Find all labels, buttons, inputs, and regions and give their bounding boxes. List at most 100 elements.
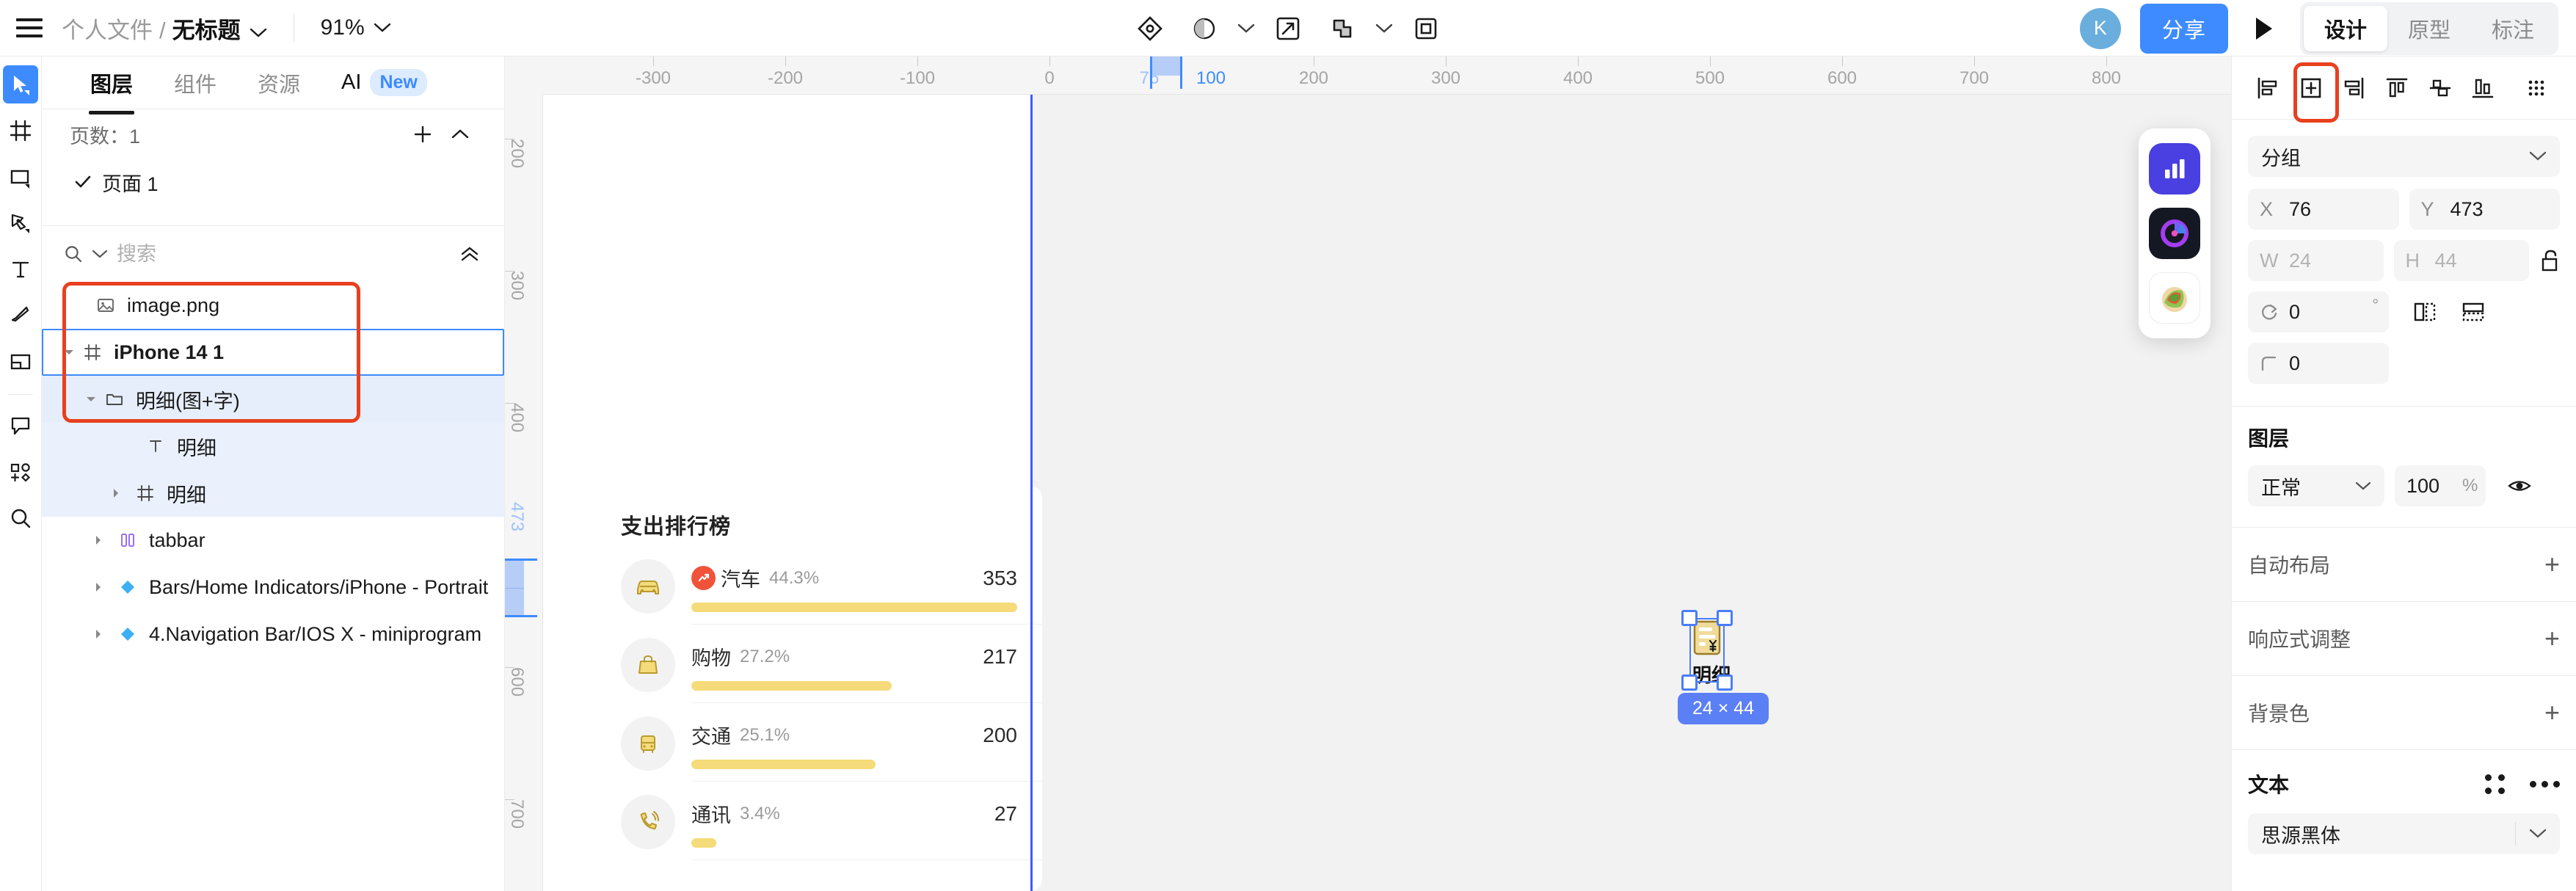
canvas[interactable]: 支出排行榜 汽车 44.3% 353 购物 27.2% 217 交通 25.1%… <box>505 57 2231 891</box>
horizontal-ruler[interactable]: -400 -300 -200 -100 0 76 100 200 300 400… <box>505 57 2231 95</box>
object-type-select[interactable]: 分组 <box>2248 136 2560 177</box>
layer-row-mingxi-frame[interactable]: 明细 <box>42 470 504 517</box>
y-input[interactable] <box>2450 197 2548 221</box>
chevron-down-icon[interactable] <box>1231 1 1261 56</box>
frame-icon[interactable] <box>1399 1 1453 56</box>
chevron-right-icon[interactable] <box>89 628 108 640</box>
more-options-icon[interactable] <box>2530 780 2560 788</box>
boolean-icon[interactable] <box>1315 1 1369 56</box>
chevron-down-icon[interactable] <box>92 250 108 259</box>
chart-row[interactable]: 交通 25.1% 200 <box>594 703 1042 781</box>
frame-tool[interactable] <box>3 112 38 150</box>
flip-vertical-icon[interactable] <box>2461 301 2486 323</box>
chevron-right-icon[interactable] <box>89 581 108 593</box>
chevron-down-icon[interactable] <box>59 348 79 357</box>
chevron-right-icon[interactable] <box>89 534 108 546</box>
distribute-icon[interactable] <box>2517 68 2556 109</box>
rotation-input[interactable] <box>2289 300 2377 324</box>
opacity-input[interactable] <box>2406 474 2452 498</box>
shape-tool[interactable] <box>3 158 38 196</box>
collapse-all-icon[interactable] <box>460 246 479 262</box>
h-input[interactable] <box>2434 249 2517 272</box>
plus-icon[interactable]: + <box>2544 625 2560 652</box>
breadcrumb-folder[interactable]: 个人文件 <box>62 12 153 45</box>
align-bottom-icon[interactable] <box>2464 68 2503 109</box>
breadcrumb-title[interactable]: 无标题 <box>172 12 241 45</box>
chevron-down-icon[interactable] <box>250 28 267 38</box>
layer-row-home-indicator[interactable]: Bars/Home Indicators/iPhone - Portrait <box>42 564 504 611</box>
pen-tool[interactable] <box>3 204 38 242</box>
tab-design[interactable]: 设计 <box>2303 5 2387 51</box>
chart-row[interactable]: 汽车 44.3% 353 <box>594 546 1042 624</box>
align-right-icon[interactable] <box>2334 68 2373 109</box>
chart-row[interactable]: 购物 27.2% 217 <box>594 625 1042 702</box>
resize-handle-nw[interactable] <box>1681 610 1698 626</box>
zoom-control[interactable]: 91% <box>321 15 391 40</box>
opacity-field[interactable]: % <box>2395 465 2486 506</box>
chart-row[interactable]: 通讯 3.4% 27 <box>594 782 1042 859</box>
select-tool[interactable] <box>3 65 38 103</box>
layer-row-tabbar[interactable]: tabbar <box>42 517 504 564</box>
corner-radius-input[interactable] <box>2289 352 2377 375</box>
play-icon[interactable] <box>2253 16 2275 41</box>
export-icon[interactable] <box>1261 1 1315 56</box>
rotation-field[interactable]: ° <box>2248 291 2389 332</box>
tab-resources[interactable]: 资源 <box>258 68 300 98</box>
plugin-chart-icon[interactable] <box>2149 143 2200 194</box>
plugin-tool[interactable] <box>3 453 38 491</box>
comment-tool[interactable] <box>3 407 38 445</box>
resize-handle-ne[interactable] <box>1717 610 1733 626</box>
x-input[interactable] <box>2289 197 2387 221</box>
page-item[interactable]: 页面 1 <box>64 159 482 205</box>
w-input[interactable] <box>2289 249 2372 272</box>
tab-layers[interactable]: 图层 <box>88 68 135 114</box>
h-field[interactable]: H <box>2393 240 2529 281</box>
text-tool[interactable] <box>3 250 38 288</box>
align-horizontal-center-icon[interactable] <box>2291 68 2331 109</box>
expense-ranking-card[interactable]: 支出排行榜 汽车 44.3% 353 购物 27.2% 217 交通 25.1%… <box>594 486 1042 891</box>
blend-mode-select[interactable]: 正常 <box>2248 465 2384 506</box>
slice-tool[interactable] <box>3 297 38 335</box>
resize-handle-se[interactable] <box>1717 674 1733 691</box>
plus-icon[interactable]: + <box>2544 699 2560 726</box>
plugin-donut-icon[interactable] <box>2149 208 2200 259</box>
tab-prototype[interactable]: 原型 <box>2387 6 2471 51</box>
tab-components[interactable]: 组件 <box>174 68 217 98</box>
x-field[interactable]: X <box>2248 189 2399 230</box>
zoom-tool[interactable] <box>3 499 38 537</box>
hamburger-icon[interactable] <box>16 18 43 37</box>
layer-row-navigation-bar[interactable]: 4.Navigation Bar/IOS X - miniprogram <box>42 611 504 658</box>
layer-row-mingxi-text[interactable]: 明细 <box>42 423 504 470</box>
share-button[interactable]: 分享 <box>2139 3 2228 54</box>
plus-icon[interactable] <box>413 125 432 144</box>
eye-icon[interactable] <box>2508 477 2531 495</box>
align-top-icon[interactable] <box>2377 68 2417 109</box>
plugin-taco-icon[interactable] <box>2149 272 2200 324</box>
search-icon[interactable] <box>64 244 83 263</box>
y-field[interactable]: Y <box>2409 189 2560 230</box>
tab-ai[interactable]: AI New <box>341 69 427 96</box>
layer-row-iphone-14-1[interactable]: iPhone 14 1 <box>42 329 504 376</box>
flip-horizontal-icon[interactable] <box>2412 301 2437 323</box>
chevron-down-icon[interactable] <box>81 395 101 404</box>
avatar[interactable]: K <box>2079 7 2121 49</box>
image-tool[interactable] <box>3 343 38 381</box>
plus-icon[interactable]: + <box>2544 551 2560 578</box>
chevron-up-icon[interactable] <box>451 129 469 139</box>
layer-row-image[interactable]: image.png <box>42 282 504 329</box>
align-vertical-center-icon[interactable] <box>2420 68 2460 109</box>
tab-annotation[interactable]: 标注 <box>2471 6 2555 51</box>
layer-row-mingxi-group[interactable]: 明细(图+字) <box>42 376 504 423</box>
selected-node[interactable]: 明细 24 × 44 <box>1678 610 1769 724</box>
vertical-ruler[interactable]: 200 300 400 473 517 600 700 <box>505 95 543 891</box>
corner-radius-field[interactable] <box>2248 343 2389 384</box>
search-input[interactable] <box>117 242 366 266</box>
align-left-icon[interactable] <box>2248 68 2288 109</box>
mask-icon[interactable] <box>1177 1 1231 56</box>
text-style-icon[interactable] <box>2485 774 2505 794</box>
unlock-icon[interactable] <box>2539 249 2560 272</box>
resize-handle-sw[interactable] <box>1681 674 1698 691</box>
chevron-down-icon[interactable] <box>1369 1 1399 56</box>
w-field[interactable]: W <box>2248 240 2384 281</box>
component-icon[interactable] <box>1123 1 1177 56</box>
